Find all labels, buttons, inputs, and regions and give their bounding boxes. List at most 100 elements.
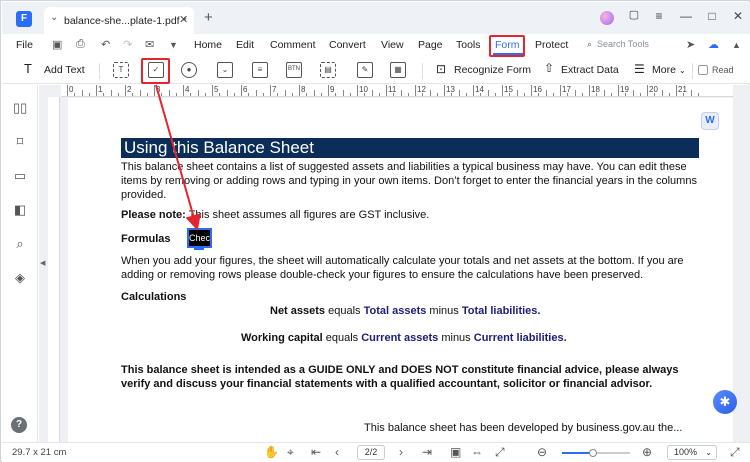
menu-comment[interactable]: Comment	[270, 39, 316, 51]
send-icon[interactable]: ➤	[686, 38, 695, 51]
menu-icon[interactable]: ≡	[650, 9, 668, 23]
zoom-in-icon[interactable]: ⊕	[642, 445, 652, 459]
chevron-down-icon[interactable]: ⌄	[50, 12, 58, 23]
chevron-down-icon: ⌄	[705, 448, 712, 457]
ruler-tick	[531, 85, 532, 96]
ai-assistant-icon[interactable]: ✱	[713, 390, 737, 414]
extract-data-button[interactable]: Extract Data	[561, 64, 619, 76]
chevron-down-icon[interactable]: ⌄	[679, 66, 686, 75]
ruler-tick	[393, 93, 395, 96]
search-tools-input[interactable]: Search Tools	[597, 39, 649, 49]
ruler-tick	[219, 93, 221, 96]
zoom-slider-thumb[interactable]	[588, 449, 597, 457]
menu-home[interactable]: Home	[194, 39, 222, 51]
new-tab-icon[interactable]: +	[204, 9, 213, 26]
close-button[interactable]: ✕	[729, 9, 747, 23]
menu-file[interactable]: File	[16, 39, 33, 51]
signature-field-tool-icon[interactable]: ✎	[357, 62, 373, 78]
thumbnails-icon[interactable]: ▯▯	[13, 101, 27, 115]
zoom-slider[interactable]	[562, 449, 630, 457]
attachment-icon[interactable]: ◧	[13, 203, 27, 217]
more-icon[interactable]: ☰	[634, 62, 645, 76]
ruler-number: 1	[98, 85, 103, 94]
extract-data-icon[interactable]: ⇧	[544, 61, 554, 75]
previous-page-icon[interactable]: ‹	[335, 445, 339, 459]
menu-convert[interactable]: Convert	[329, 39, 366, 51]
document-tab[interactable]: ⌄ balance-she...plate-1.pdf * ✕	[44, 7, 194, 34]
collapse-ribbon-icon[interactable]: ▲	[732, 40, 741, 50]
date-field-tool-icon[interactable]: ▦	[390, 62, 406, 78]
more-button[interactable]: More	[652, 64, 676, 76]
dropdown-icon[interactable]: ▼	[169, 40, 178, 50]
button-tool-icon[interactable]: BTN	[286, 62, 302, 78]
ruler-tick	[183, 85, 184, 96]
ruler-tick	[299, 85, 300, 96]
avatar[interactable]	[600, 11, 614, 25]
upload-cloud-icon[interactable]: ☁	[708, 38, 719, 51]
word-convert-icon[interactable]: W	[701, 112, 719, 130]
net-assets-term: Net assets	[270, 305, 326, 317]
list-box-tool-icon[interactable]: ≡	[252, 62, 268, 78]
first-page-icon[interactable]: ⇤	[311, 445, 321, 459]
select-tool-icon[interactable]: ⌖	[287, 445, 294, 460]
ruler-tick	[342, 90, 344, 96]
zoom-level-select[interactable]: 100% ⌄	[667, 445, 717, 460]
combo-box-tool-icon[interactable]: ⌄	[217, 62, 233, 78]
field-resize-handle[interactable]	[194, 247, 204, 250]
feedback-icon[interactable]: ▢	[625, 8, 643, 21]
fit-page-icon[interactable]: ⤢	[495, 445, 505, 460]
ruler-tick	[175, 93, 177, 96]
ruler-tick	[560, 85, 561, 96]
read-checkbox[interactable]	[698, 65, 708, 75]
ruler-tick	[502, 85, 503, 96]
collapse-sidebar-icon[interactable]: ◀	[40, 259, 45, 267]
menu-tools[interactable]: Tools	[456, 39, 481, 51]
ruler-tick	[465, 93, 467, 96]
equals-text: equals	[322, 332, 362, 344]
add-text-button[interactable]: Add Text	[44, 64, 85, 76]
ruler-tick	[654, 93, 656, 96]
search-icon[interactable]: ⌕	[13, 237, 27, 251]
document-tab-label: balance-she...plate-1.pdf *	[64, 15, 187, 27]
recognize-form-icon[interactable]: ⊡	[436, 62, 446, 76]
add-text-icon[interactable]: T	[24, 61, 32, 76]
fit-width-icon[interactable]: ⇔	[471, 445, 483, 459]
layers-icon[interactable]: ◈	[13, 271, 27, 285]
undo-icon[interactable]: ↶	[101, 38, 110, 51]
maximize-button[interactable]: □	[703, 9, 721, 23]
ruler-tick	[690, 90, 692, 96]
menu-edit[interactable]: Edit	[236, 39, 254, 51]
menu-page[interactable]: Page	[418, 39, 443, 51]
ruler-tick	[632, 90, 634, 96]
next-page-icon[interactable]: ›	[399, 445, 403, 459]
checkbox-form-field[interactable]: Chec	[187, 228, 212, 248]
ruler-tick	[154, 85, 155, 96]
recognize-form-button[interactable]: Recognize Form	[454, 64, 531, 76]
image-field-tool-icon[interactable]: ▤	[320, 62, 336, 78]
radio-button-tool-icon[interactable]: ●	[181, 62, 197, 78]
ruler-tick	[161, 93, 163, 96]
save-icon[interactable]: ▣	[52, 38, 62, 51]
last-page-icon[interactable]: ⇥	[422, 445, 432, 459]
page-layout-icon[interactable]: ▣	[450, 445, 461, 459]
zoom-value: 100%	[674, 447, 698, 457]
menu-view[interactable]: View	[381, 39, 404, 51]
print-icon[interactable]: ⎙	[76, 38, 85, 51]
page-number-input[interactable]: 2/2	[357, 445, 385, 460]
ruler-number: 6	[243, 85, 248, 94]
close-tab-icon[interactable]: ✕	[179, 13, 188, 26]
ruler-tick	[139, 90, 141, 96]
equals-text: equals	[325, 305, 364, 317]
redo-icon[interactable]: ↷	[123, 38, 132, 51]
comment-icon[interactable]: ▭	[13, 169, 27, 183]
net-assets-formula: Net assets equals Total assets minus Tot…	[270, 304, 540, 318]
fullscreen-icon[interactable]: ⤢	[730, 445, 740, 460]
help-icon[interactable]: ?	[11, 417, 27, 433]
bookmark-icon[interactable]: ⌑	[13, 135, 27, 149]
zoom-out-icon[interactable]: ⊖	[537, 445, 547, 459]
text-field-icon[interactable]: T	[113, 62, 129, 78]
menu-protect[interactable]: Protect	[535, 39, 568, 51]
mail-icon[interactable]: ✉	[145, 38, 154, 51]
minimize-button[interactable]: —	[677, 9, 695, 23]
hand-tool-icon[interactable]: ✋	[264, 445, 279, 459]
